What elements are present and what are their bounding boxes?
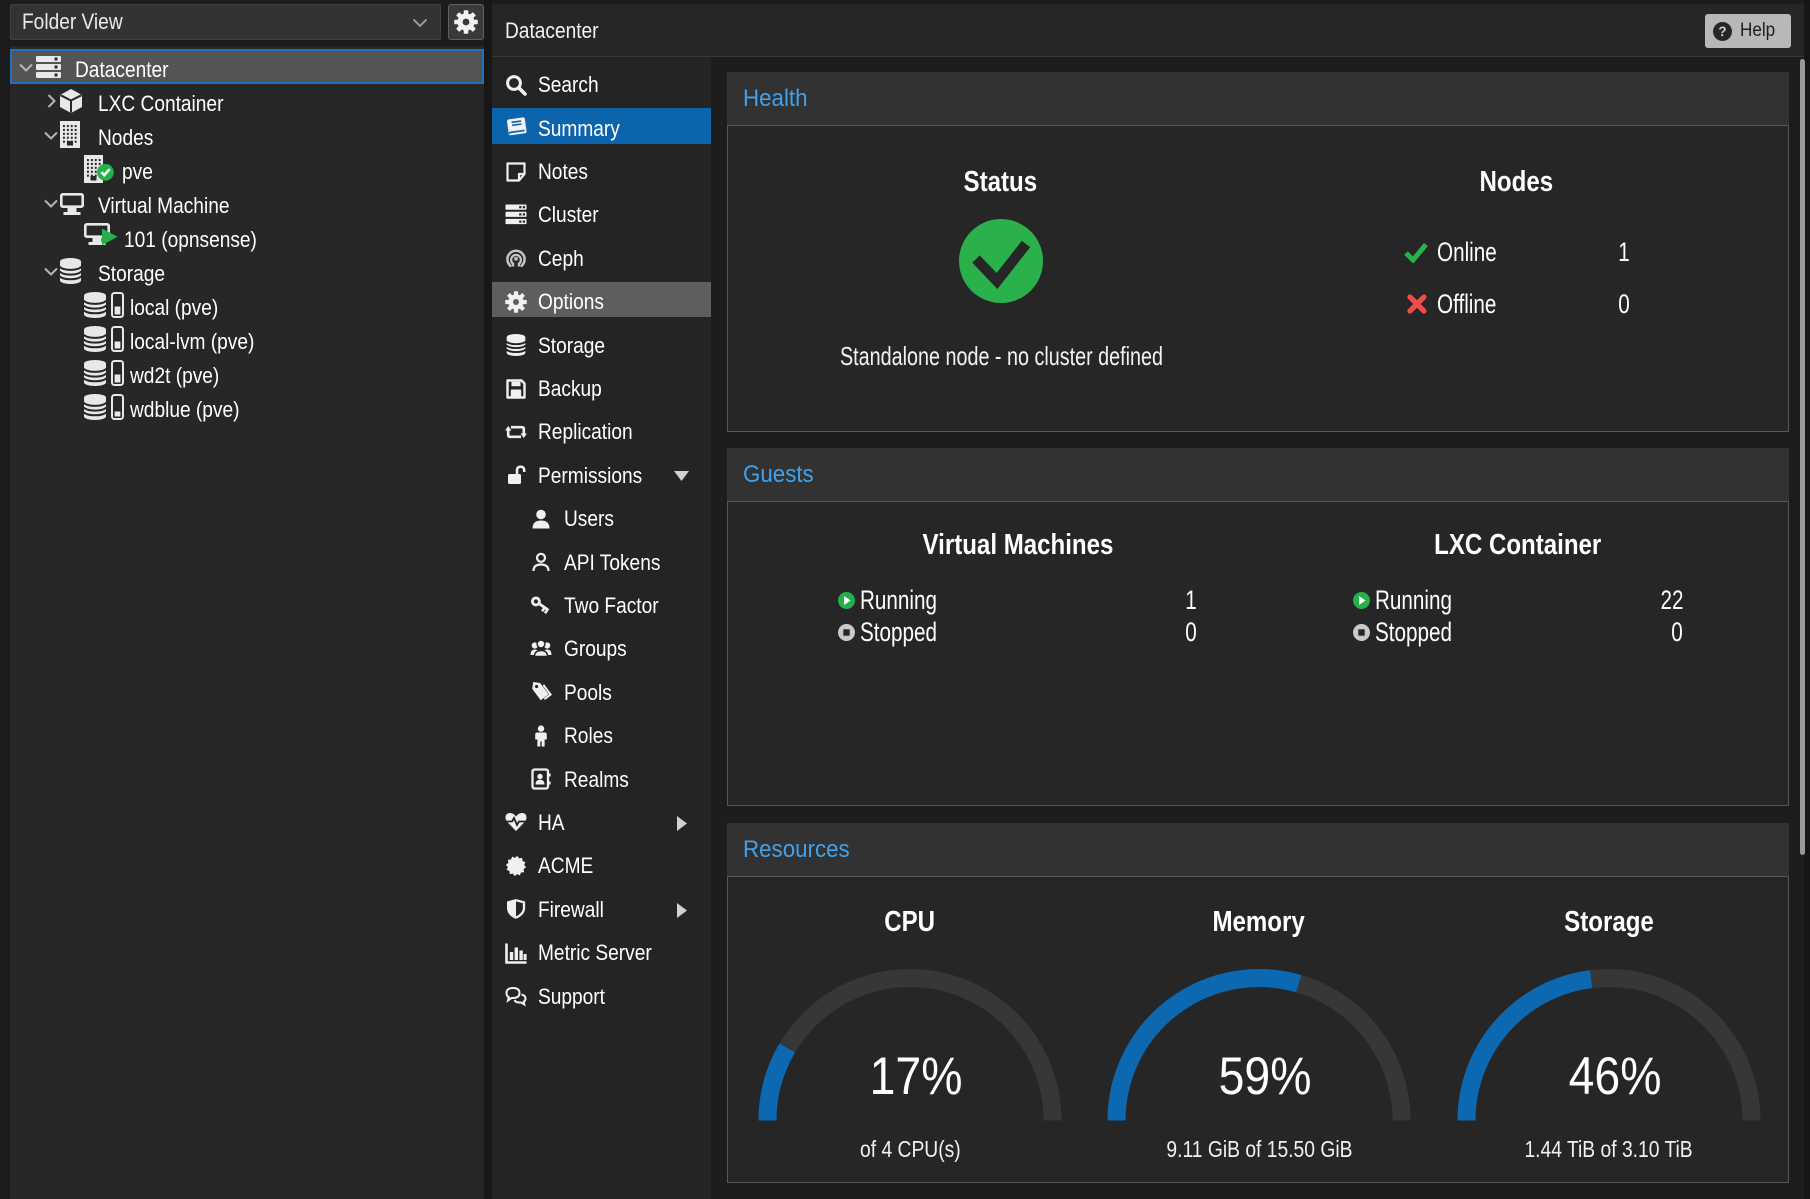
svg-text:?: ? xyxy=(1718,24,1726,39)
